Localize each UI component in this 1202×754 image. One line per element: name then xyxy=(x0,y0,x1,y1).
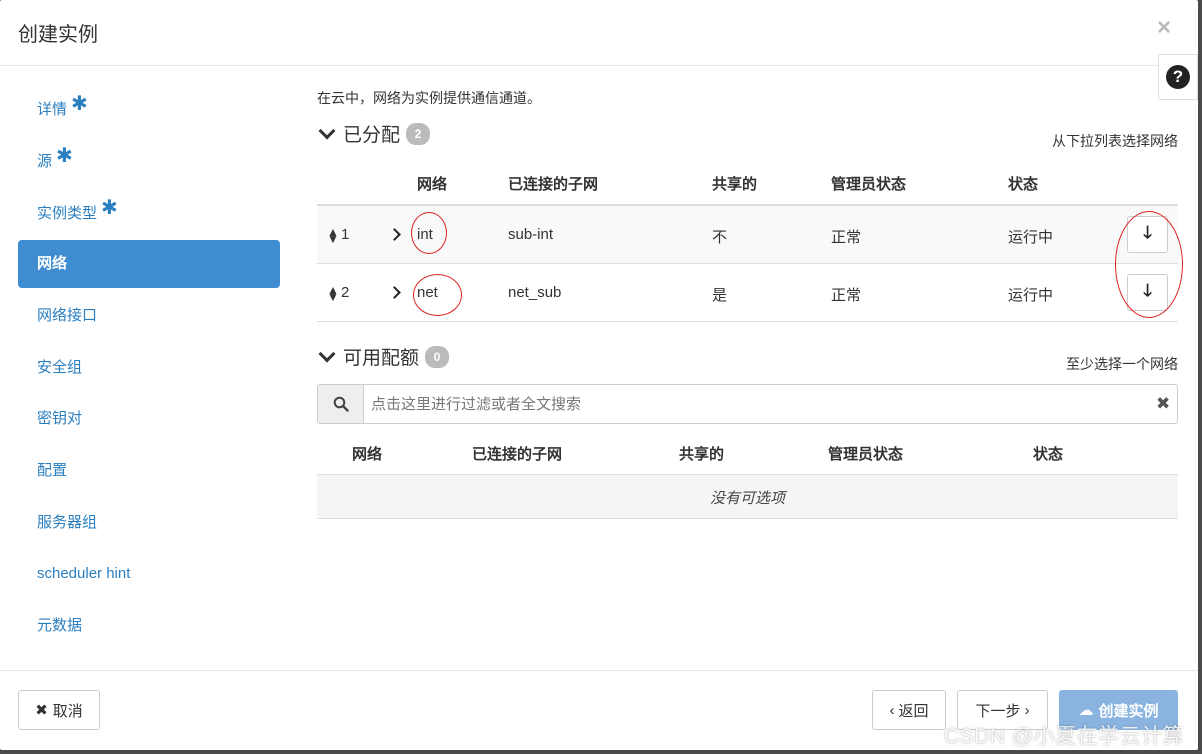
status-value: 运行中 xyxy=(1008,229,1054,246)
required-icon: ✱ xyxy=(71,93,88,115)
available-title: 可用配额 xyxy=(343,348,420,369)
annotation-ellipse xyxy=(1115,211,1183,318)
column-header-shared[interactable]: 共享的 xyxy=(712,173,757,194)
column-header-subnets[interactable]: 已连接的子网 xyxy=(472,443,562,464)
create-instance-modal: 创建实例 × ? 详情 ✱ 源 ✱ 实例类型 ✱ 网络 网络接口 安全组 密钥对 配置… xyxy=(0,0,1198,750)
subnet-name: sub-int xyxy=(508,226,554,243)
annotation-ellipse xyxy=(413,274,462,316)
back-button[interactable]: ‹ 返回 xyxy=(872,690,946,730)
sidebar-item-configuration[interactable]: 配置 xyxy=(18,447,280,495)
sidebar-item-key-pair[interactable]: 密钥对 xyxy=(18,395,280,443)
chevron-right-icon: › xyxy=(1024,701,1030,719)
watermark: CSDN @小夏在学云计算 xyxy=(944,725,1185,748)
question-icon: ? xyxy=(1166,65,1190,89)
allocated-section-toggle[interactable]: 已分配 2 xyxy=(317,120,431,147)
subnet-name: net_sub xyxy=(508,284,562,301)
admin-state-value: 正常 xyxy=(831,287,862,304)
chevron-down-icon xyxy=(318,345,336,362)
sidebar-item-source[interactable]: 源 ✱ xyxy=(18,136,280,184)
chevron-down-icon xyxy=(318,122,336,139)
empty-table-row: 没有可选项 xyxy=(317,475,1178,519)
column-header-status[interactable]: 状态 xyxy=(1033,443,1063,464)
modal-title: 创建实例 xyxy=(18,24,98,46)
allocated-title: 已分配 xyxy=(343,125,401,146)
search-addon xyxy=(318,385,364,423)
row-divider xyxy=(317,321,1178,322)
required-icon: ✱ xyxy=(101,197,118,219)
sidebar-item-flavor[interactable]: 实例类型 ✱ xyxy=(18,188,280,236)
intro-text: 在云中，网络为实例提供通信通道。 xyxy=(317,90,541,106)
close-icon[interactable]: × xyxy=(1157,14,1171,42)
close-icon: ✖ xyxy=(35,702,48,719)
modal-header: 创建实例 × xyxy=(0,0,1198,66)
row-index: 1 xyxy=(341,226,350,243)
column-header-network[interactable]: 网络 xyxy=(352,443,382,464)
column-header-subnets[interactable]: 已连接的子网 xyxy=(508,173,598,194)
annotation-ellipse xyxy=(411,212,447,254)
sidebar-item-network-ports[interactable]: 网络接口 xyxy=(18,292,280,340)
row-index: 2 xyxy=(341,284,350,301)
backdrop-edge xyxy=(1198,0,1202,754)
drag-sort-icon[interactable]: ▲ ▼ xyxy=(327,226,339,245)
status-value: 运行中 xyxy=(1008,287,1054,304)
available-section-toggle[interactable]: 可用配额 0 xyxy=(317,343,450,370)
sidebar-item-details[interactable]: 详情 ✱ xyxy=(18,84,280,132)
column-header-network[interactable]: 网络 xyxy=(417,173,447,194)
sidebar-item-networks[interactable]: 网络 xyxy=(18,240,280,288)
shared-value: 是 xyxy=(712,287,728,304)
empty-message: 没有可选项 xyxy=(709,490,785,507)
allocated-hint: 从下拉列表选择网络 xyxy=(1052,133,1178,149)
search-icon xyxy=(333,396,349,412)
column-header-shared[interactable]: 共享的 xyxy=(679,443,724,464)
cloud-upload-icon: ☁ xyxy=(1078,702,1094,719)
sidebar-item-security-groups[interactable]: 安全组 xyxy=(18,344,280,392)
shared-value: 不 xyxy=(712,229,728,246)
search-input[interactable] xyxy=(371,385,1141,423)
admin-state-value: 正常 xyxy=(831,229,862,246)
sidebar-item-scheduler-hint[interactable]: scheduler hint xyxy=(18,550,280,598)
chevron-left-icon: ‹ xyxy=(889,701,895,719)
available-hint: 至少选择一个网络 xyxy=(1066,356,1178,372)
available-count-badge: 0 xyxy=(425,345,450,368)
column-header-status[interactable]: 状态 xyxy=(1008,173,1038,194)
allocated-count-badge: 2 xyxy=(406,122,431,145)
sidebar-item-metadata[interactable]: 元数据 xyxy=(18,602,280,650)
clear-search-icon[interactable]: ✖ xyxy=(1156,394,1170,414)
column-header-admin-state[interactable]: 管理员状态 xyxy=(828,443,903,464)
drag-sort-icon[interactable]: ▲ ▼ xyxy=(327,284,339,303)
search-bar: ✖ xyxy=(317,384,1178,424)
backdrop-edge xyxy=(0,750,1202,754)
sidebar-item-server-groups[interactable]: 服务器组 xyxy=(18,499,280,547)
required-icon: ✱ xyxy=(56,145,73,167)
cancel-button[interactable]: ✖ 取消 xyxy=(18,690,100,730)
help-button[interactable]: ? xyxy=(1158,54,1198,100)
column-header-admin-state[interactable]: 管理员状态 xyxy=(831,173,906,194)
